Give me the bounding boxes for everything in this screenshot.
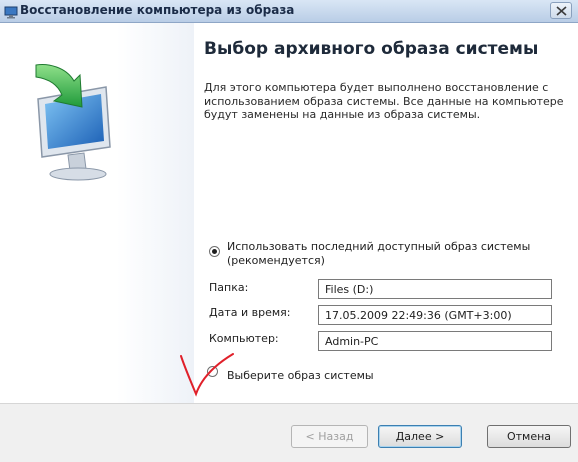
- folder-label: Папка:: [209, 281, 249, 294]
- computer-field: Admin-PC: [318, 331, 552, 351]
- restore-wizard-window: Восстановление компьютера из образа Выбо…: [0, 0, 578, 462]
- close-button[interactable]: [550, 2, 572, 19]
- page-heading: Выбор архивного образа системы: [204, 39, 539, 59]
- use-latest-image-label[interactable]: Использовать последний доступный образ с…: [227, 240, 572, 267]
- red-checkmark-annotation: [180, 353, 234, 397]
- side-panel: [0, 23, 194, 403]
- computer-label: Компьютер:: [209, 332, 279, 345]
- restore-window-icon: [4, 4, 18, 19]
- page-description: Для этого компьютера будет выполнено вос…: [204, 81, 564, 121]
- back-button[interactable]: < Назад: [291, 425, 368, 448]
- button-bar: < Назад Далее > Отмена: [0, 403, 578, 462]
- select-image-label[interactable]: Выберите образ системы: [227, 369, 374, 383]
- title-bar: Восстановление компьютера из образа: [0, 0, 578, 23]
- cancel-button[interactable]: Отмена: [487, 425, 571, 448]
- window-title: Восстановление компьютера из образа: [20, 3, 295, 17]
- next-button[interactable]: Далее >: [378, 425, 462, 448]
- radio-selected-dot: [212, 249, 217, 254]
- folder-field: Files (D:): [318, 279, 552, 299]
- content-area: Выбор архивного образа системы Для этого…: [194, 23, 578, 403]
- datetime-field: 17.05.2009 22:49:36 (GMT+3:00): [318, 305, 552, 325]
- computer-restore-icon: [28, 59, 138, 188]
- use-latest-image-radio[interactable]: [209, 246, 220, 257]
- datetime-label: Дата и время:: [209, 306, 291, 319]
